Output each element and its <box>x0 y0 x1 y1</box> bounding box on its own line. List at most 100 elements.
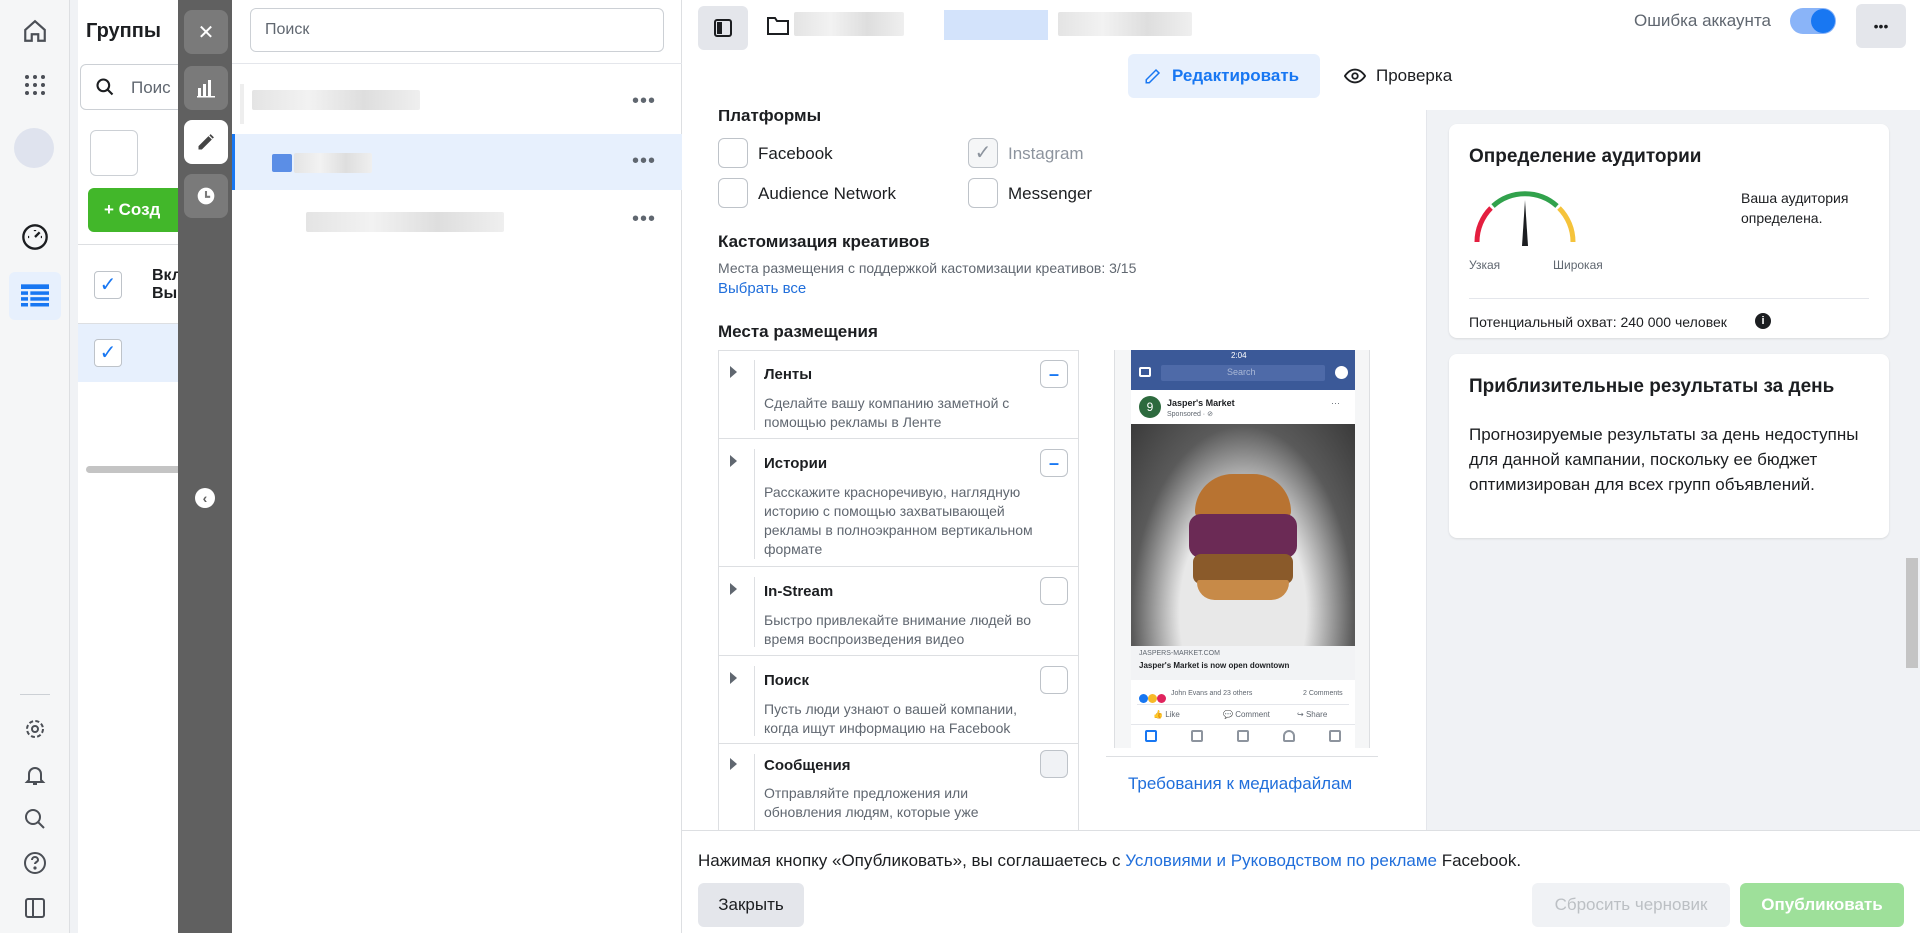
messenger-icon <box>1335 366 1348 379</box>
platforms-heading: Платформы <box>718 110 822 125</box>
tab-review[interactable]: Проверка <box>1334 54 1464 98</box>
select-all-checkbox[interactable]: ✓ <box>94 271 122 299</box>
bell-icon[interactable] <box>20 760 50 790</box>
phone-screen: 2:04 Search 9 Jasper's Market Sponsored … <box>1131 350 1355 748</box>
apps-grid-icon[interactable] <box>20 70 50 100</box>
pencil-icon <box>1145 68 1161 84</box>
more-icon[interactable]: ••• <box>632 208 656 231</box>
audience-title: Определение аудитории <box>1469 146 1702 167</box>
tree-search-input[interactable] <box>250 8 664 52</box>
divider <box>232 63 682 64</box>
tree-guide <box>240 84 244 124</box>
plus-icon: + <box>104 200 119 219</box>
account-avatar[interactable] <box>14 128 54 168</box>
tree-line <box>754 449 755 559</box>
chart-icon[interactable] <box>184 66 228 110</box>
camera-icon <box>1139 367 1151 377</box>
placement-feeds[interactable]: Ленты Сделайте вашу компанию заметной с … <box>718 350 1078 439</box>
gauge-narrow-label: Узкая <box>1469 258 1501 272</box>
instagram-checkbox[interactable]: ✓ <box>968 138 998 168</box>
potential-reach: Потенциальный охват: 240 000 человек <box>1469 314 1727 330</box>
comment-label: Comment <box>1235 710 1270 719</box>
close-button[interactable]: Закрыть <box>698 883 804 927</box>
tree-row-adset-selected[interactable]: ••• <box>232 134 682 190</box>
clock-icon[interactable] <box>184 174 228 218</box>
placement-stories[interactable]: Истории Расскажите красноречивую, нагляд… <box>718 439 1078 567</box>
help-icon[interactable] <box>20 848 50 878</box>
menu-tab-icon <box>1329 730 1341 742</box>
close-icon[interactable]: ✕ <box>184 10 228 54</box>
row-checkbox[interactable]: ✓ <box>94 339 122 367</box>
placement-checkbox[interactable] <box>1040 750 1068 778</box>
divider <box>1469 298 1869 299</box>
tree-row-ad[interactable]: ••• <box>232 192 682 248</box>
expand-icon[interactable] <box>730 366 737 378</box>
expand-icon[interactable] <box>730 455 737 467</box>
status-time: 2:04 <box>1231 351 1247 360</box>
placement-title: Сообщения <box>764 757 851 774</box>
horizontal-scrollbar[interactable] <box>86 466 186 473</box>
facebook-label: Facebook <box>758 144 833 163</box>
terms-link[interactable]: Условиями и Руководством по рекламе <box>1125 851 1437 870</box>
audience-network-checkbox[interactable] <box>718 178 748 208</box>
divider <box>1137 704 1349 705</box>
home-icon[interactable] <box>20 16 50 46</box>
placement-instream[interactable]: In-Stream Быстро привлекайте внимание лю… <box>718 567 1078 656</box>
vertical-scrollbar[interactable] <box>1906 558 1918 668</box>
toggle-knob <box>1811 9 1835 33</box>
placement-section: Платформы Facebook ✓ Instagram Audience … <box>682 110 1427 830</box>
sidebar-toggle-icon[interactable] <box>20 893 50 923</box>
expand-icon[interactable] <box>730 758 737 770</box>
divider <box>1106 756 1378 757</box>
select-all-link[interactable]: Выбрать все <box>718 280 806 297</box>
collapse-chevron-icon[interactable]: ‹ <box>195 488 215 508</box>
underlay-title: Группы <box>86 20 161 42</box>
audience-gauge <box>1474 191 1576 246</box>
facebook-checkbox[interactable] <box>718 138 748 168</box>
tab-edit[interactable]: Редактировать <box>1128 54 1320 98</box>
redacted-breadcrumb <box>794 12 904 36</box>
placements-heading: Места размещения <box>718 322 878 341</box>
placement-checkbox[interactable] <box>1040 577 1068 605</box>
placement-checkbox[interactable]: – <box>1040 360 1068 388</box>
placement-search[interactable]: Поиск Пусть люди узнают о вашей компании… <box>718 656 1078 744</box>
tab-edit-label: Редактировать <box>1172 66 1300 85</box>
like-label: Like <box>1165 710 1180 719</box>
link-domain: JASPERS-MARKET.COM <box>1139 650 1220 657</box>
panel-toggle-icon[interactable] <box>698 6 748 50</box>
account-toggle[interactable] <box>1790 8 1836 34</box>
more-icon[interactable]: ••• <box>632 90 656 113</box>
folder-up-icon[interactable] <box>90 130 138 176</box>
table-row[interactable]: ✓ <box>78 324 188 382</box>
more-icon[interactable]: ••• <box>1856 4 1906 48</box>
fb-bottom-nav <box>1145 730 1341 744</box>
publish-button[interactable]: Опубликовать <box>1740 883 1904 927</box>
more-icon[interactable]: ••• <box>632 150 656 173</box>
ads-manager-table-icon[interactable] <box>9 272 61 320</box>
messenger-checkbox[interactable] <box>968 178 998 208</box>
redacted-breadcrumb <box>1058 12 1192 36</box>
redacted-breadcrumb-active[interactable] <box>944 10 1048 40</box>
share-action: ↪ Share <box>1297 710 1328 719</box>
account-error-label: Ошибка аккаунта <box>1634 11 1771 30</box>
info-icon[interactable]: i <box>1755 313 1771 329</box>
link-headline: Jasper's Market is now open downtown <box>1139 661 1290 670</box>
placement-desc: Расскажите красноречивую, наглядную исто… <box>764 484 1033 557</box>
gear-icon[interactable] <box>20 714 50 744</box>
tree-row-campaign[interactable]: ••• <box>232 72 682 128</box>
expand-icon[interactable] <box>730 672 737 684</box>
dashboard-gauge-icon[interactable] <box>20 222 50 252</box>
customization-desc: Места размещения с поддержкой кастомизац… <box>718 260 1137 276</box>
placement-checkbox[interactable] <box>1040 666 1068 694</box>
comments-count: 2 Comments <box>1303 690 1343 697</box>
create-button-label: Созд <box>118 200 161 219</box>
page-avatar: 9 <box>1139 396 1161 418</box>
placement-checkbox[interactable]: – <box>1040 449 1068 477</box>
search-icon[interactable] <box>20 804 50 834</box>
placement-messages[interactable]: Сообщения Отправляйте предложения или об… <box>718 744 1078 830</box>
reset-draft-button[interactable]: Сбросить черновик <box>1532 883 1730 927</box>
expand-icon[interactable] <box>730 583 737 595</box>
pencil-icon[interactable] <box>184 120 228 164</box>
placement-desc: Пусть люди узнают о вашей компании, когд… <box>764 701 1017 736</box>
media-requirements-link[interactable]: Требования к медиафайлам <box>1128 774 1352 794</box>
